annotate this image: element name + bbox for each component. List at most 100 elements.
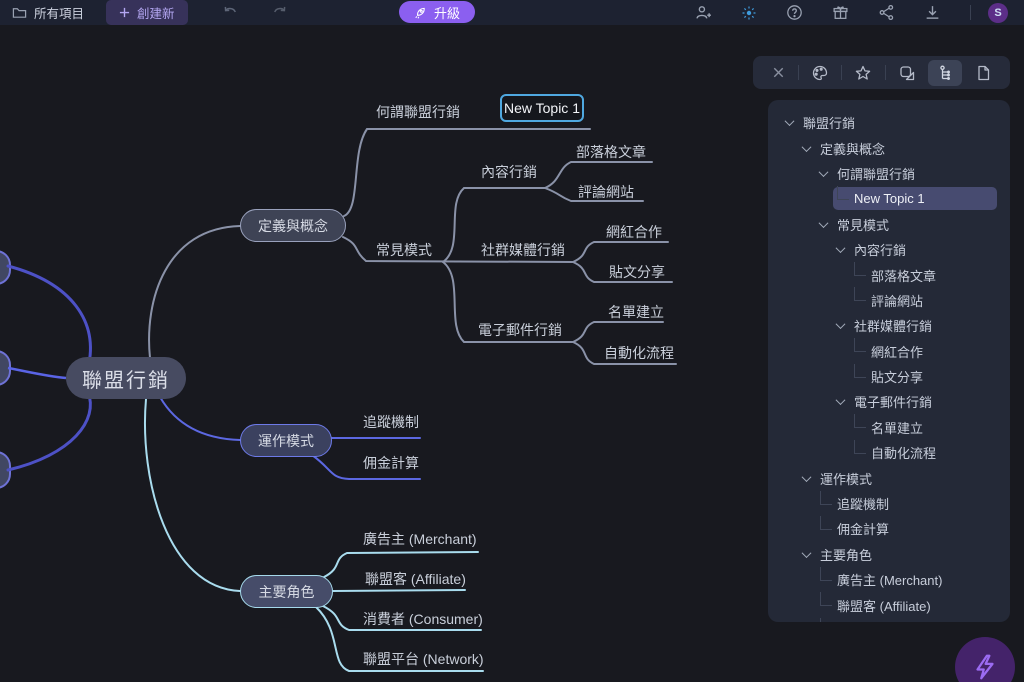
map-node-label: 聯盟行銷 [82, 364, 170, 393]
toolbar-divider [841, 65, 842, 80]
map-node-automation[interactable]: 自動化流程 [604, 343, 674, 363]
tree-row[interactable]: 評論網站 [768, 288, 1010, 313]
tree-row[interactable]: 聯盟客 (Affiliate) [768, 592, 1010, 617]
tree-row-label: 聯盟行銷 [803, 113, 855, 132]
tree-row-label: New Topic 1 [854, 191, 925, 206]
chevron-down-icon[interactable] [836, 396, 846, 406]
map-node-consumer[interactable]: 消費者 (Consumer) [363, 609, 483, 629]
map-node-root[interactable]: 聯盟行銷 [66, 357, 186, 399]
chevron-down-icon[interactable] [785, 116, 795, 126]
tree-row-label: 部落格文章 [871, 266, 936, 285]
tree-row-label: 佣金計算 [837, 519, 889, 538]
tree-connector [820, 491, 832, 505]
close-icon [771, 65, 786, 80]
tree-row-label: 評論網站 [871, 291, 923, 310]
chevron-down-icon[interactable] [802, 548, 812, 558]
tree-row-label: 主要角色 [820, 545, 872, 564]
format-toolbar [753, 56, 1010, 89]
tree-row-label: 聯盟客 (Affiliate) [837, 596, 931, 615]
map-node-what-is[interactable]: 何謂聯盟行銷 [376, 102, 460, 122]
map-node-affiliate[interactable]: 聯盟客 (Affiliate) [365, 569, 466, 589]
map-node-post-sharing[interactable]: 貼文分享 [609, 262, 665, 282]
tree-row[interactable]: 聯盟行銷 [768, 110, 1010, 135]
tree-row-label: 名單建立 [871, 418, 923, 437]
tree-row[interactable]: 追蹤機制 [768, 491, 1010, 516]
map-node-roles[interactable]: 主要角色 [240, 575, 333, 608]
tree-row-label: 追蹤機制 [837, 494, 889, 513]
tree-connector [820, 618, 832, 623]
map-node-tracking[interactable]: 追蹤機制 [363, 412, 419, 432]
tree-connector [854, 287, 866, 301]
map-node-review-sites[interactable]: 評論網站 [578, 182, 634, 202]
chevron-down-icon[interactable] [802, 142, 812, 152]
tree-row-label: 網紅合作 [871, 342, 923, 361]
tree-row-label: 社群媒體行銷 [854, 316, 932, 335]
chevron-down-icon[interactable] [819, 167, 829, 177]
tree-connector [854, 338, 866, 352]
tree-row[interactable]: 網紅合作 [768, 339, 1010, 364]
favorite-style-button[interactable] [846, 60, 880, 86]
tree-connector [837, 186, 849, 200]
map-node-blog-posts[interactable]: 部落格文章 [576, 142, 646, 162]
left-stub-nodes [0, 251, 10, 488]
tree-row-label: 廣告主 (Merchant) [837, 570, 942, 589]
close-panel-button[interactable] [763, 61, 794, 84]
map-node-definitions[interactable]: 定義與概念 [240, 209, 346, 242]
map-node-email-marketing[interactable]: 電子郵件行銷 [478, 320, 562, 340]
tree-row-label: 內容行銷 [854, 240, 906, 259]
tree-row[interactable]: 部落格文章 [768, 262, 1010, 287]
tree-row-label: 定義與概念 [820, 139, 885, 158]
tree-row[interactable]: 廣告主 (Merchant) [768, 567, 1010, 592]
tree-row[interactable]: 貼文分享 [768, 364, 1010, 389]
lightning-icon [970, 652, 1000, 682]
tree-connector [820, 516, 832, 530]
map-node-influencer[interactable]: 網紅合作 [606, 222, 662, 242]
map-node-list-building[interactable]: 名單建立 [608, 302, 664, 322]
tree-row-label: 電子郵件行銷 [854, 392, 932, 411]
map-node-network[interactable]: 聯盟平台 (Network) [363, 649, 484, 669]
chevron-down-icon[interactable] [802, 472, 812, 482]
tree-connector [854, 364, 866, 378]
tree-row[interactable]: 自動化流程 [768, 440, 1010, 465]
tree-connector [820, 592, 832, 606]
tree-row[interactable]: 消費者 (Consumer) [768, 618, 1010, 622]
tree-row[interactable]: 主要角色 [768, 542, 1010, 567]
tree-connector [854, 440, 866, 454]
tree-connector [854, 262, 866, 276]
tree-row[interactable]: 佣金計算 [768, 516, 1010, 541]
map-node-social-media[interactable]: 社群媒體行銷 [481, 240, 565, 260]
tree-row-label: 消費者 (Consumer) [837, 621, 948, 622]
tree-row[interactable]: 內容行銷 [768, 237, 1010, 262]
toolbar-divider [885, 65, 886, 80]
tree-row-selected[interactable]: New Topic 1 [768, 186, 1010, 211]
chevron-down-icon[interactable] [836, 243, 846, 253]
map-node-content-marketing[interactable]: 內容行銷 [481, 162, 537, 182]
page-setup-button[interactable] [966, 60, 1000, 86]
tree-row[interactable]: 定義與概念 [768, 135, 1010, 160]
tree-row[interactable]: 電子郵件行銷 [768, 389, 1010, 414]
map-node-label: 運作模式 [258, 431, 314, 451]
tree-row-label: 何謂聯盟行銷 [837, 164, 915, 183]
tree-row[interactable]: 常見模式 [768, 212, 1010, 237]
map-node-label: New Topic 1 [504, 100, 580, 116]
map-node-commission[interactable]: 佣金計算 [363, 453, 419, 473]
chevron-down-icon[interactable] [819, 218, 829, 228]
tree-connector [854, 414, 866, 428]
tree-row-label: 運作模式 [820, 469, 872, 488]
shapes-button[interactable] [890, 60, 924, 86]
map-node-operation[interactable]: 運作模式 [240, 424, 332, 457]
tree-row-label: 貼文分享 [871, 367, 923, 386]
tree-row[interactable]: 運作模式 [768, 465, 1010, 490]
map-node-merchant[interactable]: 廣告主 (Merchant) [363, 529, 477, 549]
tree-row[interactable]: 名單建立 [768, 415, 1010, 440]
chevron-down-icon[interactable] [836, 319, 846, 329]
structure-button[interactable] [928, 60, 962, 86]
tree-row[interactable]: 社群媒體行銷 [768, 313, 1010, 338]
map-node-new-topic-selected[interactable]: New Topic 1 [500, 94, 584, 122]
tree-row[interactable]: 何謂聯盟行銷 [768, 161, 1010, 186]
theme-palette-button[interactable] [803, 60, 837, 86]
left-mid-branch-line [8, 368, 66, 378]
structure-icon [936, 64, 954, 82]
toolbar-divider [798, 65, 799, 80]
map-node-common-models[interactable]: 常見模式 [376, 240, 432, 260]
